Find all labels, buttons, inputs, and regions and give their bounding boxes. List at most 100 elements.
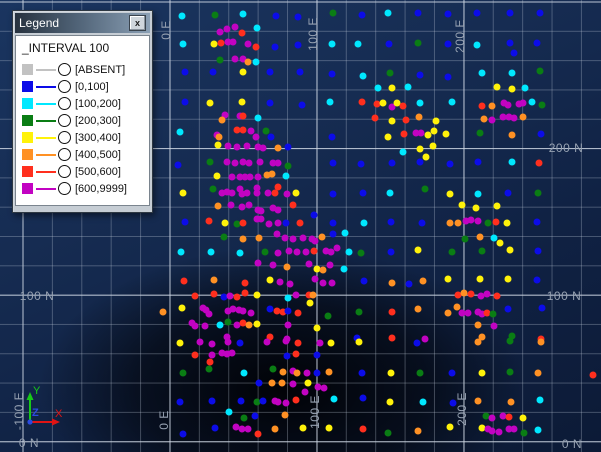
- data-point[interactable]: [509, 86, 516, 93]
- data-point[interactable]: [431, 128, 438, 135]
- data-point[interactable]: [295, 310, 302, 317]
- data-point[interactable]: [387, 190, 394, 197]
- data-point[interactable]: [535, 248, 542, 255]
- data-point[interactable]: [355, 41, 362, 48]
- data-point[interactable]: [479, 248, 486, 255]
- data-point[interactable]: [475, 218, 482, 225]
- data-point[interactable]: [360, 426, 367, 433]
- data-point[interactable]: [489, 428, 496, 435]
- data-point[interactable]: [468, 291, 475, 298]
- data-point[interactable]: [290, 236, 297, 243]
- data-point[interactable]: [416, 114, 423, 121]
- data-point[interactable]: [505, 102, 512, 109]
- data-point[interactable]: [358, 250, 365, 257]
- data-point[interactable]: [326, 369, 333, 376]
- data-point[interactable]: [197, 339, 204, 346]
- data-point[interactable]: [342, 230, 349, 237]
- data-point[interactable]: [415, 428, 422, 435]
- data-point[interactable]: [217, 57, 224, 64]
- data-point[interactable]: [209, 352, 216, 359]
- data-point[interactable]: [284, 264, 291, 271]
- data-point[interactable]: [312, 238, 319, 245]
- data-point[interactable]: [535, 190, 542, 197]
- data-point[interactable]: [245, 426, 252, 433]
- data-point[interactable]: [310, 292, 317, 299]
- data-point[interactable]: [331, 396, 338, 403]
- data-point[interactable]: [388, 219, 395, 226]
- data-point[interactable]: [537, 397, 544, 404]
- data-point[interactable]: [178, 249, 185, 256]
- data-point[interactable]: [360, 190, 367, 197]
- data-point[interactable]: [255, 431, 262, 438]
- data-point[interactable]: [341, 266, 348, 273]
- data-point[interactable]: [217, 322, 224, 329]
- data-point[interactable]: [275, 250, 282, 257]
- data-point[interactable]: [209, 398, 216, 405]
- data-point[interactable]: [537, 68, 544, 75]
- data-point[interactable]: [248, 310, 255, 317]
- data-point[interactable]: [234, 294, 241, 301]
- data-point[interactable]: [465, 310, 472, 317]
- data-point[interactable]: [361, 220, 368, 227]
- data-point[interactable]: [535, 427, 542, 434]
- data-point[interactable]: [508, 399, 515, 406]
- data-point[interactable]: [283, 173, 290, 180]
- data-point[interactable]: [330, 10, 337, 17]
- data-point[interactable]: [254, 292, 261, 299]
- data-point[interactable]: [247, 174, 254, 181]
- data-point[interactable]: [206, 311, 213, 318]
- data-point[interactable]: [219, 117, 226, 124]
- data-point[interactable]: [400, 149, 407, 156]
- data-point[interactable]: [256, 235, 263, 242]
- data-point[interactable]: [522, 85, 529, 92]
- data-point[interactable]: [534, 277, 541, 284]
- data-point[interactable]: [177, 399, 184, 406]
- data-point[interactable]: [507, 10, 514, 17]
- data-point[interactable]: [229, 190, 236, 197]
- data-point[interactable]: [285, 163, 292, 170]
- data-point[interactable]: [445, 310, 452, 317]
- data-point[interactable]: [260, 145, 267, 152]
- data-point[interactable]: [511, 50, 518, 57]
- data-point[interactable]: [254, 25, 261, 32]
- data-point[interactable]: [270, 262, 277, 269]
- data-point[interactable]: [208, 249, 215, 256]
- data-point[interactable]: [360, 73, 367, 80]
- data-point[interactable]: [415, 306, 422, 313]
- data-point[interactable]: [321, 385, 328, 392]
- data-point[interactable]: [216, 134, 223, 141]
- data-point[interactable]: [290, 381, 297, 388]
- data-point[interactable]: [222, 220, 229, 227]
- data-point[interactable]: [255, 174, 262, 181]
- data-point[interactable]: [180, 370, 187, 377]
- data-point[interactable]: [320, 267, 327, 274]
- data-point[interactable]: [258, 216, 265, 223]
- data-point[interactable]: [401, 131, 408, 138]
- data-point[interactable]: [295, 14, 302, 21]
- data-point[interactable]: [206, 366, 213, 373]
- data-point[interactable]: [280, 369, 287, 376]
- data-point[interactable]: [265, 190, 272, 197]
- data-point[interactable]: [295, 42, 302, 49]
- data-point[interactable]: [422, 186, 429, 193]
- data-point[interactable]: [534, 219, 541, 226]
- data-point[interactable]: [229, 350, 236, 357]
- data-point[interactable]: [304, 370, 311, 377]
- data-point[interactable]: [329, 280, 336, 287]
- data-point[interactable]: [388, 370, 395, 377]
- data-point[interactable]: [479, 103, 486, 110]
- data-point[interactable]: [238, 398, 245, 405]
- data-point[interactable]: [361, 278, 368, 285]
- data-point[interactable]: [534, 40, 541, 47]
- data-point[interactable]: [400, 103, 407, 110]
- data-point[interactable]: [257, 159, 264, 166]
- data-point[interactable]: [359, 12, 366, 19]
- data-point[interactable]: [240, 308, 247, 315]
- data-point[interactable]: [329, 71, 336, 78]
- data-point[interactable]: [285, 144, 292, 151]
- data-point[interactable]: [445, 74, 452, 81]
- data-point[interactable]: [210, 186, 217, 193]
- data-point[interactable]: [375, 85, 382, 92]
- data-point[interactable]: [192, 293, 199, 300]
- data-point[interactable]: [175, 162, 182, 169]
